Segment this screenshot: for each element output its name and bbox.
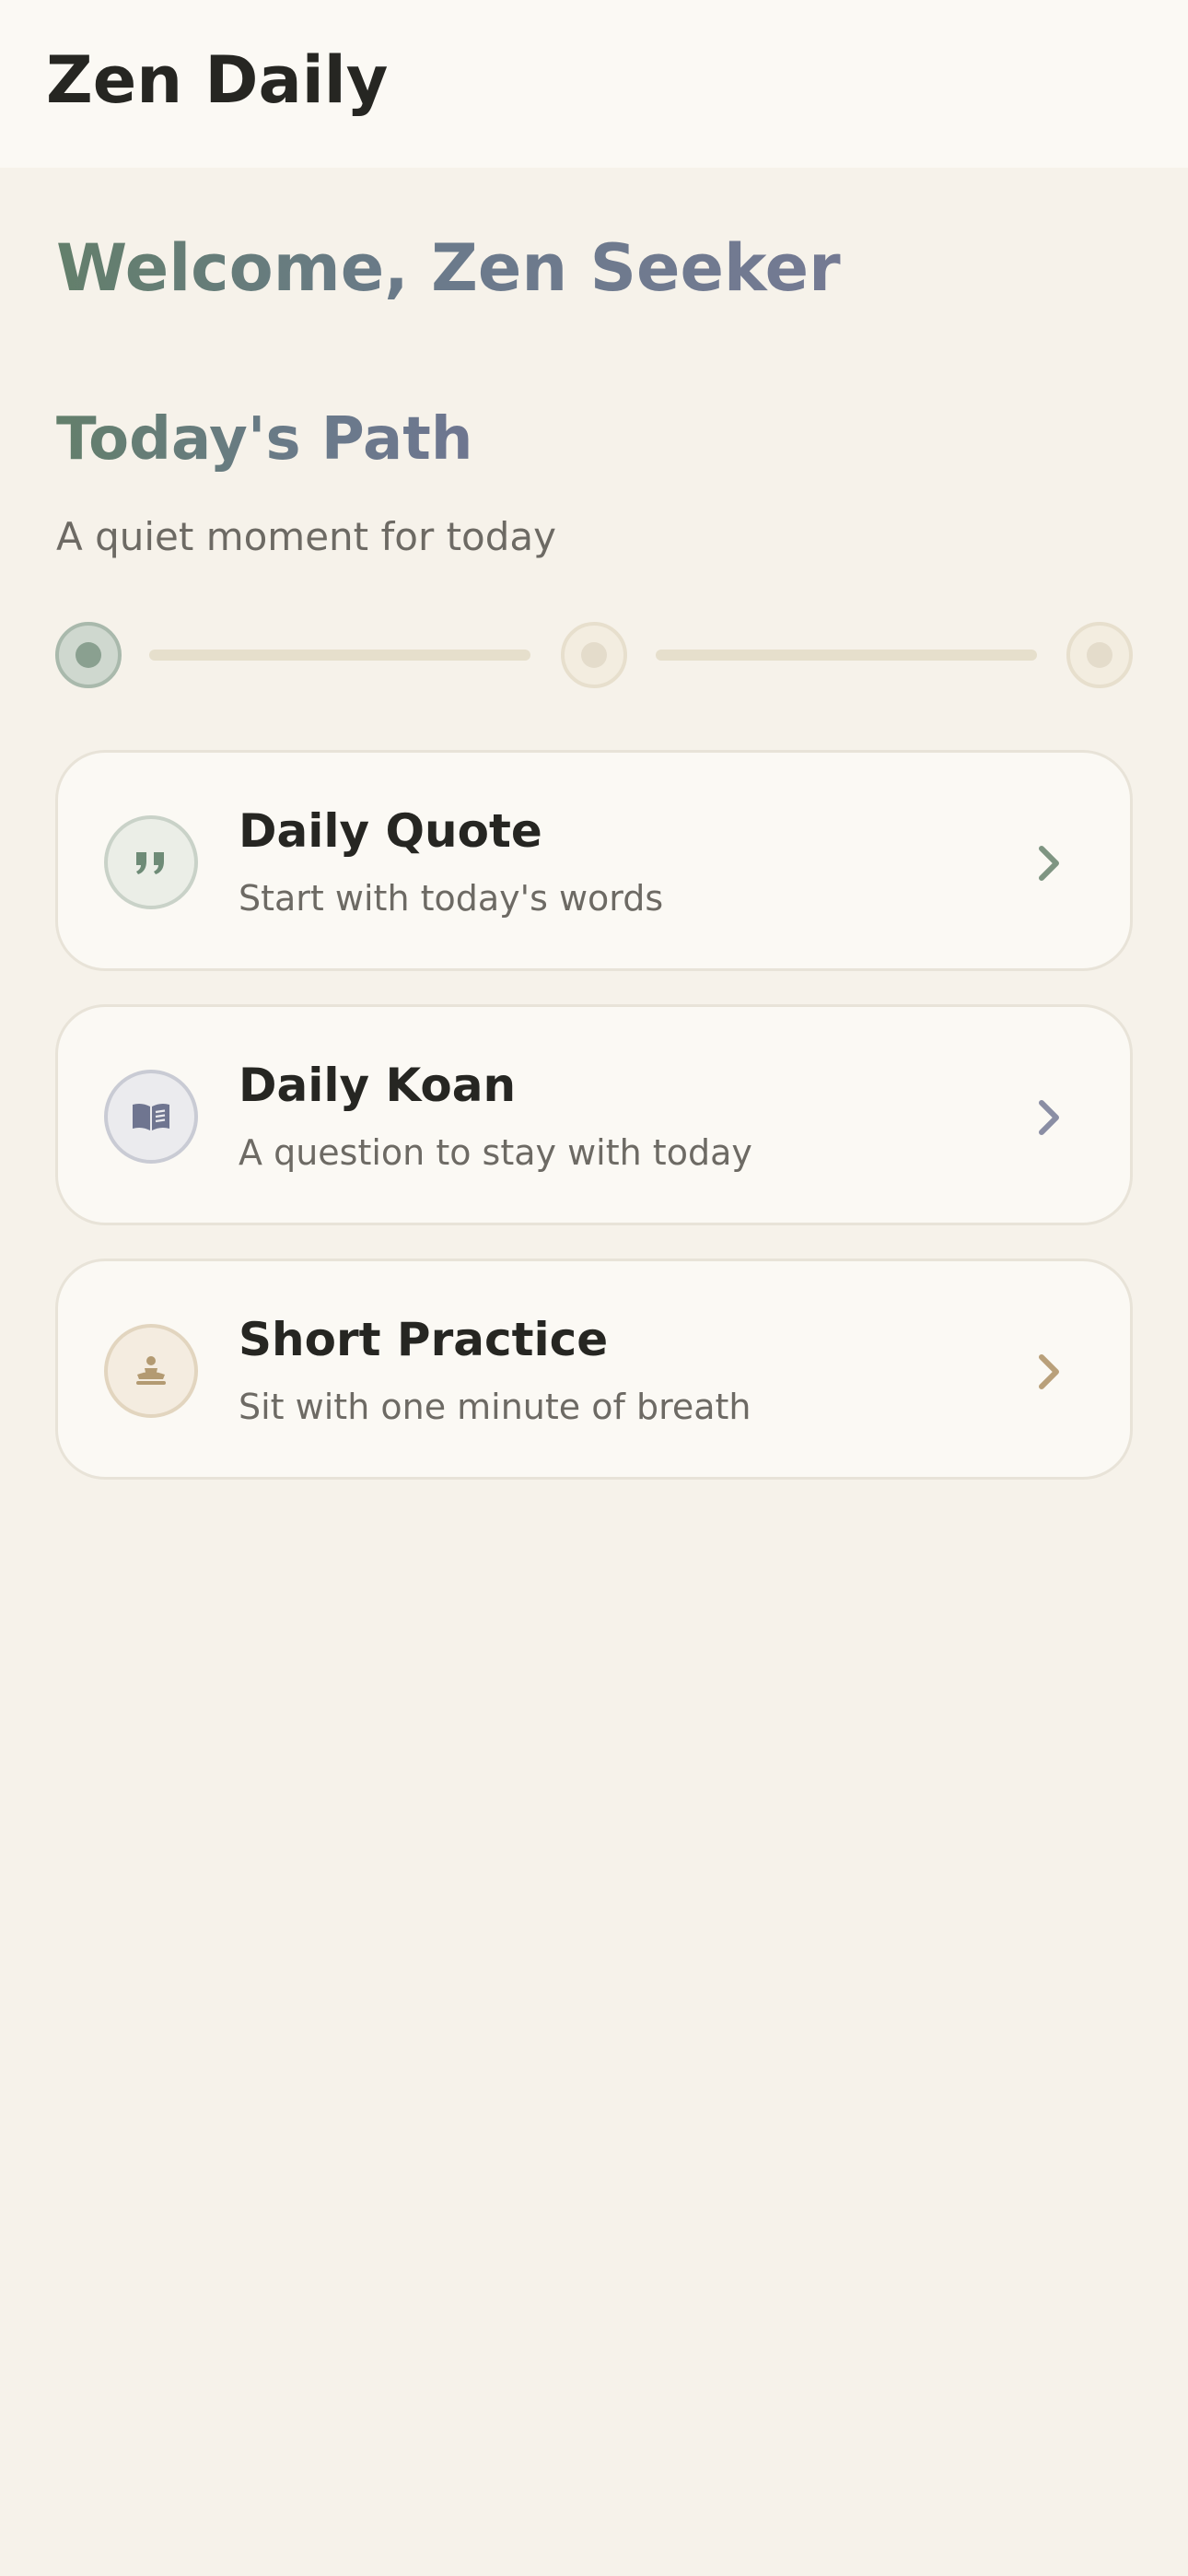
path-step-1 [55, 622, 122, 688]
book-icon [104, 1070, 198, 1164]
app-title: Zen Daily [46, 42, 389, 118]
card-title: Daily Quote [239, 804, 542, 858]
section-title: Today's Path [56, 405, 473, 474]
chevron-right-icon [1039, 846, 1059, 881]
progress-path [55, 622, 1133, 688]
welcome-heading: Welcome, Zen Seeker [56, 230, 841, 306]
card-short-practice[interactable]: Short Practice Sit with one minute of br… [55, 1259, 1133, 1480]
card-description: Sit with one minute of breath [239, 1387, 751, 1427]
chevron-right-icon [1039, 1354, 1059, 1389]
path-connector [656, 650, 1037, 661]
card-daily-quote[interactable]: Daily Quote Start with today's words [55, 750, 1133, 971]
path-connector [149, 650, 530, 661]
path-step-2 [561, 622, 627, 688]
card-title: Short Practice [239, 1313, 609, 1366]
quote-icon [104, 815, 198, 909]
card-daily-koan[interactable]: Daily Koan A question to stay with today [55, 1004, 1133, 1225]
path-step-3 [1066, 622, 1133, 688]
chevron-right-icon [1039, 1100, 1059, 1135]
section-subtitle: A quiet moment for today [56, 514, 557, 559]
meditation-icon [104, 1324, 198, 1418]
card-title: Daily Koan [239, 1059, 517, 1112]
app-header: Zen Daily [0, 0, 1188, 168]
card-description: A question to stay with today [239, 1132, 752, 1173]
card-description: Start with today's words [239, 878, 664, 919]
